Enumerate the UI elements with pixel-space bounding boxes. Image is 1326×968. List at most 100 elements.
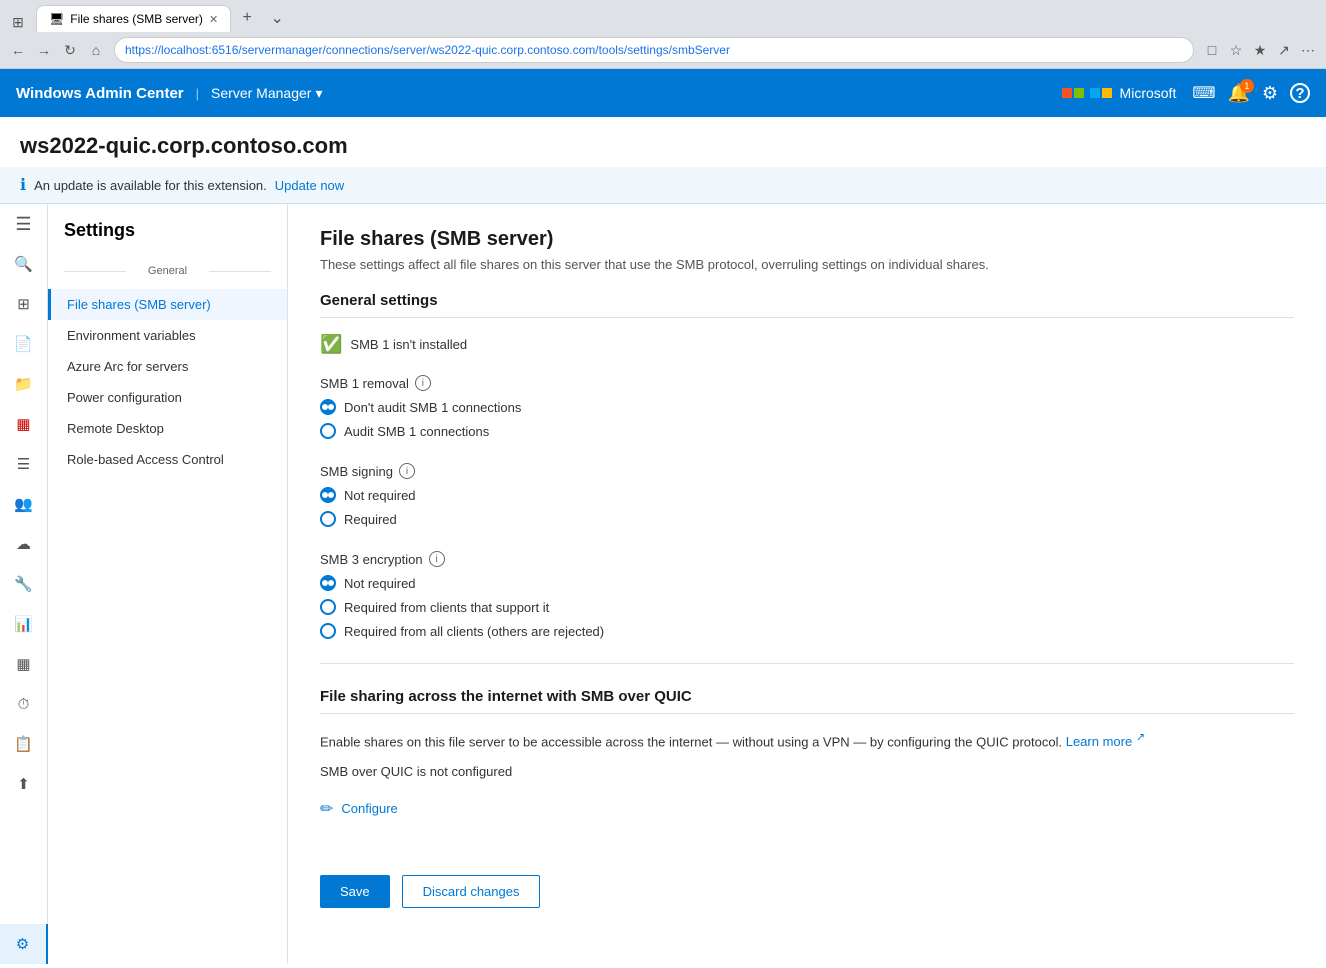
active-tab[interactable]: 🖥 File shares (SMB server) ✕ [36, 5, 231, 32]
forward-button[interactable]: → [34, 40, 54, 60]
tab-menu-button[interactable]: ⌄ [263, 4, 291, 32]
files-nav-icon[interactable]: 📄 [0, 324, 48, 364]
tab-grid-icon[interactable]: ⊞ [8, 12, 28, 32]
smb3-clients-support-option[interactable]: Required from clients that support it [320, 599, 1294, 615]
time-nav-icon[interactable]: ⏱ [0, 684, 48, 724]
tab-close-button[interactable]: ✕ [209, 13, 218, 26]
header-help-icon[interactable]: ? [1290, 83, 1310, 103]
grid-nav-icon[interactable]: ▦ [0, 644, 48, 684]
smb1-removal-info-icon[interactable]: i [415, 375, 431, 391]
bookmark-icon[interactable]: ☆ [1226, 40, 1246, 60]
brand-label: Windows Admin Center [16, 85, 184, 102]
product-dropdown-icon: ▾ [315, 85, 322, 102]
smb3-encryption-group: SMB 3 encryption i Not required Required… [320, 551, 1294, 639]
content-area: File shares (SMB server) These settings … [288, 204, 1326, 964]
smb-signing-required-radio[interactable] [320, 511, 336, 527]
quic-section: File sharing across the internet with SM… [320, 688, 1294, 823]
content-page-header: File shares (SMB server) These settings … [320, 228, 1294, 272]
sidebar-item-power-config[interactable]: Power configuration [48, 382, 287, 413]
product-label[interactable]: Server Manager ▾ [211, 85, 322, 102]
smb3-all-clients-option[interactable]: Required from all clients (others are re… [320, 623, 1294, 639]
tools-nav-icon[interactable]: 🔧 [0, 564, 48, 604]
address-bar: ← → ↻ ⌂ □ ☆ ★ ↗ ⋯ [0, 32, 1326, 68]
smb-signing-info-icon[interactable]: i [399, 463, 415, 479]
smb3-encryption-info-icon[interactable]: i [429, 551, 445, 567]
sidebar-item-env-vars[interactable]: Environment variables [48, 320, 287, 351]
share-icon[interactable]: ↗ [1274, 40, 1294, 60]
content-title: File shares (SMB server) [320, 228, 1294, 251]
smb1-removal-group: SMB 1 removal i Don't audit SMB 1 connec… [320, 375, 1294, 439]
save-button[interactable]: Save [320, 875, 390, 908]
sidebar-item-rbac[interactable]: Role-based Access Control [48, 444, 287, 475]
refresh-button[interactable]: ↻ [60, 40, 80, 60]
left-nav-icons: ☰ 🔍 ⊞ 📄 📁 ▦ ☰ 👥 ☁ 🔧 📊 ▦ ⏱ 📋 ⬆ ⚙ [0, 204, 48, 964]
smb3-not-required-radio[interactable] [320, 575, 336, 591]
updates-nav-icon[interactable]: ⬆ [0, 764, 48, 804]
tab-title: File shares (SMB server) [70, 12, 203, 26]
sidebar-item-file-shares[interactable]: File shares (SMB server) [48, 289, 287, 320]
configure-label: Configure [341, 801, 397, 816]
settings-sidebar-title: Settings [48, 220, 287, 257]
overview-nav-icon[interactable]: ⊞ [0, 284, 48, 324]
smb-signing-required-option[interactable]: Required [320, 511, 1294, 527]
notification-badge: 1 [1240, 79, 1254, 93]
smb3-not-required-option[interactable]: Not required [320, 575, 1294, 591]
external-link-icon: ↗ [1136, 732, 1145, 744]
smb-signing-not-required-radio[interactable] [320, 487, 336, 503]
quic-learn-more-link[interactable]: Learn more ↗ [1066, 734, 1145, 749]
ms-logo-square-1 [1062, 88, 1072, 98]
smb3-all-clients-radio[interactable] [320, 623, 336, 639]
browser-nav: ⊞ [8, 12, 28, 32]
terminal-icon[interactable]: ⌨ [1192, 83, 1215, 103]
smb1-dont-audit-radio[interactable] [320, 399, 336, 415]
browser-extras-icon[interactable]: ★ [1250, 40, 1270, 60]
settings-nav-icon[interactable]: ⚙ [0, 924, 48, 964]
update-now-link[interactable]: Update now [275, 178, 344, 193]
app-header: Windows Admin Center | Server Manager ▾ … [0, 69, 1326, 117]
list-nav-icon[interactable]: ☰ [0, 444, 48, 484]
main-layout: ☰ 🔍 ⊞ 📄 📁 ▦ ☰ 👥 ☁ 🔧 📊 ▦ ⏱ 📋 ⬆ ⚙ Settings… [0, 204, 1326, 964]
smb-signing-required-label: Required [344, 512, 397, 527]
page-title-bar: ws2022-quic.corp.contoso.com [0, 117, 1326, 167]
header-divider: | [196, 86, 199, 101]
tab-favicon: 🖥 [49, 12, 64, 26]
smb1-status-row: ✅ SMB 1 isn't installed [320, 334, 1294, 355]
smb1-audit-option[interactable]: Audit SMB 1 connections [320, 423, 1294, 439]
header-settings-icon[interactable]: ⚙ [1262, 83, 1278, 104]
new-tab-button[interactable]: + [233, 4, 261, 32]
content-description: These settings affect all file shares on… [320, 257, 1294, 272]
smb3-encryption-label: SMB 3 encryption i [320, 551, 1294, 567]
settings-group-label: General [64, 261, 271, 281]
sidebar-item-remote-desktop[interactable]: Remote Desktop [48, 413, 287, 444]
smb1-audit-label: Audit SMB 1 connections [344, 424, 489, 439]
search-nav-icon[interactable]: 🔍 [0, 244, 48, 284]
more-icon[interactable]: ⋯ [1298, 40, 1318, 60]
section-divider [320, 663, 1294, 664]
nav-toggle-button[interactable]: ☰ [0, 204, 48, 244]
dashboard-nav-icon[interactable]: ▦ [0, 404, 48, 444]
smb1-dont-audit-option[interactable]: Don't audit SMB 1 connections [320, 399, 1294, 415]
sidebar-item-azure-arc[interactable]: Azure Arc for servers [48, 351, 287, 382]
browser-action-icons: □ ☆ ★ ↗ ⋯ [1202, 40, 1318, 60]
header-icons: ⌨ 🔔 1 ⚙ ? [1192, 83, 1310, 104]
smb-signing-not-required-option[interactable]: Not required [320, 487, 1294, 503]
folder-nav-icon[interactable]: 📁 [0, 364, 48, 404]
tab-pin-icon[interactable]: □ [1202, 40, 1222, 60]
discard-button[interactable]: Discard changes [402, 875, 541, 908]
smb1-dont-audit-label: Don't audit SMB 1 connections [344, 400, 521, 415]
cloud-nav-icon[interactable]: ☁ [0, 524, 48, 564]
configure-button[interactable]: ✏ Configure [320, 795, 1294, 823]
back-button[interactable]: ← [8, 40, 28, 60]
ms-logo-square-4 [1102, 88, 1112, 98]
smb3-clients-support-radio[interactable] [320, 599, 336, 615]
home-button[interactable]: ⌂ [86, 40, 106, 60]
settings-sidebar: Settings General File shares (SMB server… [48, 204, 288, 964]
address-input[interactable] [114, 37, 1194, 63]
charts-nav-icon[interactable]: 📊 [0, 604, 48, 644]
users-nav-icon[interactable]: 👥 [0, 484, 48, 524]
browser-chrome: ⊞ 🖥 File shares (SMB server) ✕ + ⌄ ← → ↻… [0, 0, 1326, 69]
smb1-audit-radio[interactable] [320, 423, 336, 439]
ms-logo-text: Microsoft [1120, 85, 1177, 101]
logs-nav-icon[interactable]: 📋 [0, 724, 48, 764]
notification-icon[interactable]: 🔔 1 [1227, 83, 1249, 104]
